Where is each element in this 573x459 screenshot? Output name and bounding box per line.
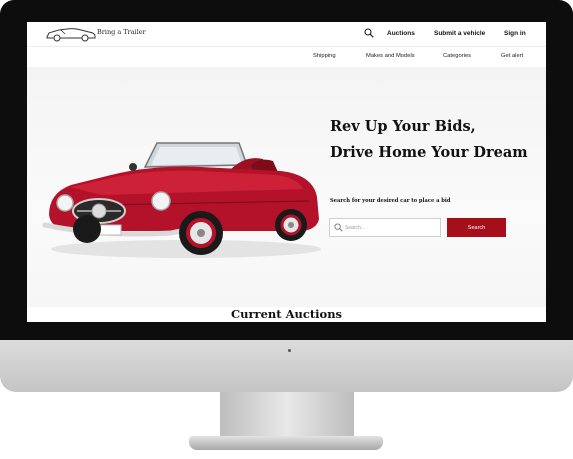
top-navigation-bar: Bring a Trailer Auctions Submit a vehicl…	[27, 22, 546, 47]
hero-search-button[interactable]: Search	[447, 218, 506, 237]
monitor-chin	[0, 340, 573, 392]
hero-headline-line1: Rev Up Your Bids,	[330, 118, 476, 135]
brand-name[interactable]: Bring a Trailer	[97, 28, 146, 36]
subnav-get-alert-link[interactable]: Get alert	[501, 53, 523, 59]
monitor-stand-neck	[220, 392, 354, 438]
search-icon[interactable]	[364, 28, 374, 38]
hero-search-hint: Search for your desired car to place a b…	[330, 198, 451, 204]
monitor-camera-dot	[288, 349, 291, 352]
secondary-navigation: Shipping Makes and Models Categories Get…	[27, 47, 546, 66]
subnav-categories-link[interactable]: Categories	[443, 53, 471, 59]
nav-submit-vehicle-link[interactable]: Submit a vehicle	[434, 30, 485, 37]
search-icon	[334, 223, 343, 232]
nav-sign-in-link[interactable]: Sign in	[504, 30, 526, 37]
subnav-shipping-link[interactable]: Shipping	[313, 53, 336, 59]
hero-headline-line2: Drive Home Your Dream	[330, 144, 528, 161]
current-auctions-heading: Current Auctions	[230, 307, 343, 321]
car-logo-icon[interactable]	[45, 25, 97, 43]
subnav-makes-models-link[interactable]: Makes and Models	[366, 53, 415, 59]
red-convertible-car-image	[42, 142, 321, 258]
hero-search-box[interactable]	[329, 218, 441, 237]
monitor-stand-foot	[189, 436, 383, 450]
nav-auctions-link[interactable]: Auctions	[387, 30, 415, 37]
hero-search-input[interactable]	[345, 221, 437, 234]
website-screen: Bring a Trailer Auctions Submit a vehicl…	[27, 22, 546, 322]
